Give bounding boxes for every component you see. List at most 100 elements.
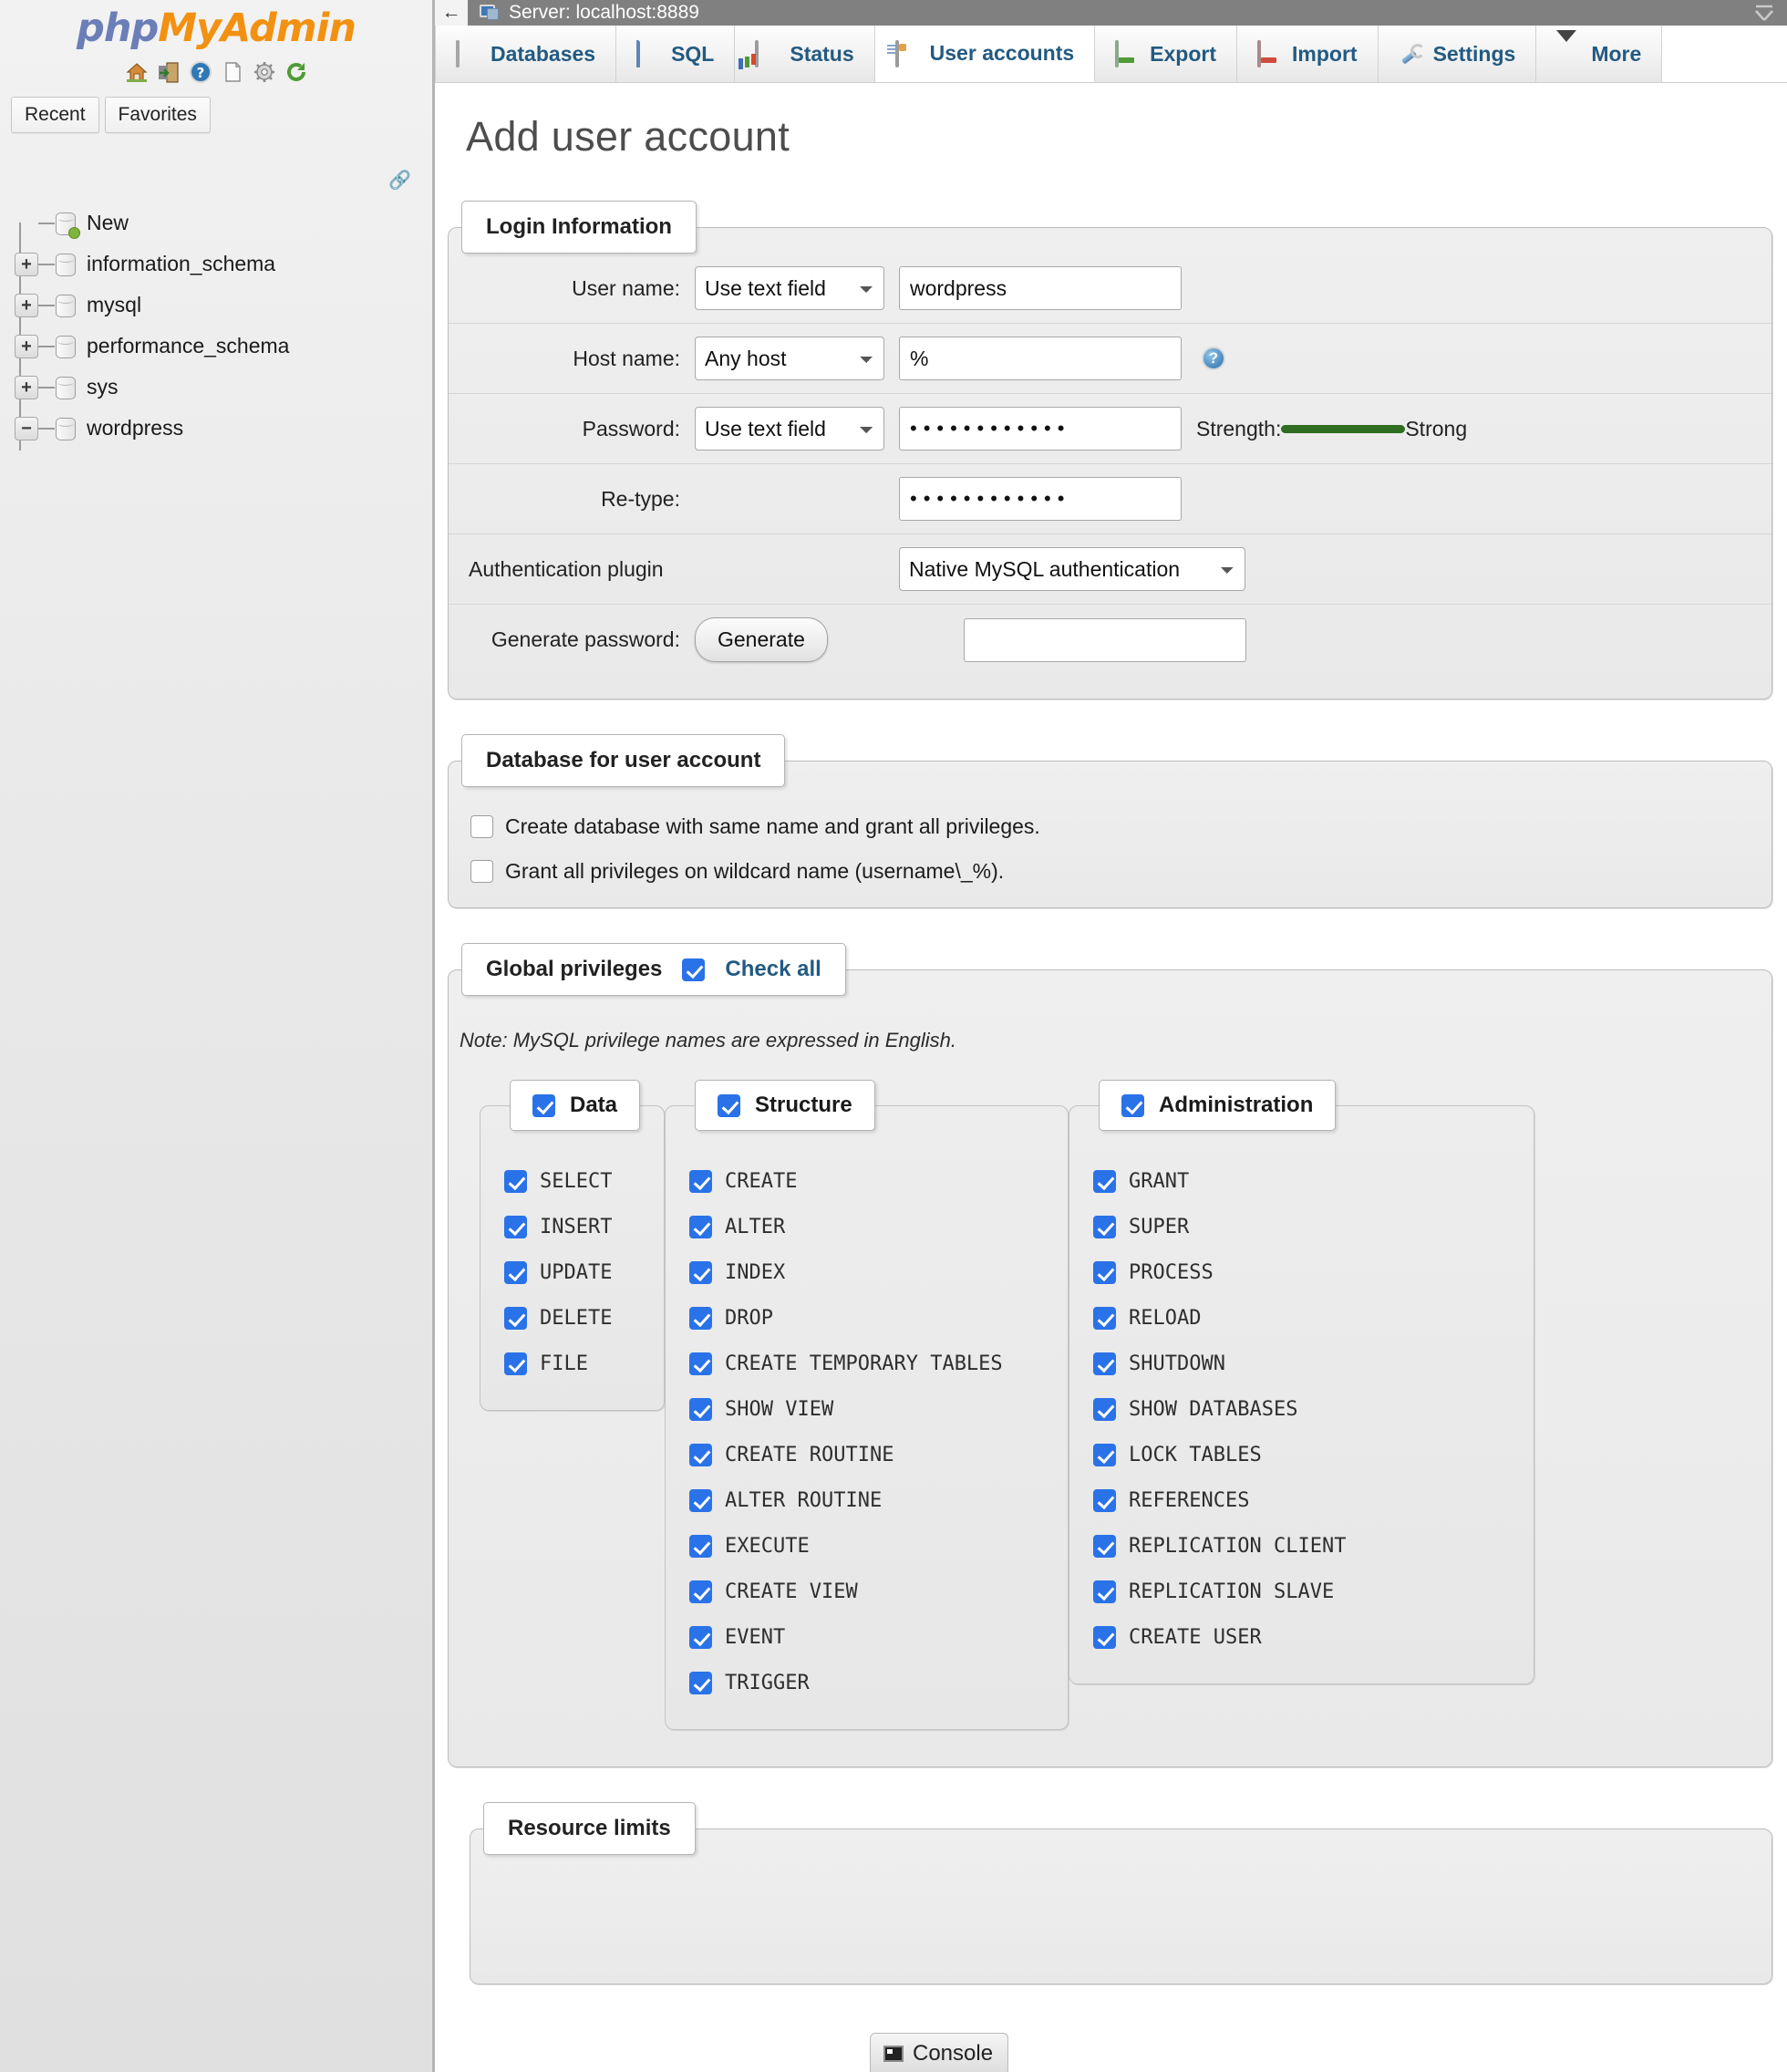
privilege-create-routine[interactable]: CREATE ROUTINE [689, 1432, 1044, 1477]
auth-plugin-select[interactable]: Native MySQL authentication [899, 547, 1245, 591]
privilege-select[interactable]: SELECT [504, 1158, 640, 1204]
checkbox-icon[interactable] [689, 1307, 712, 1330]
checkbox-icon[interactable] [504, 1170, 527, 1193]
checkbox-icon[interactable] [689, 1626, 712, 1649]
sidebar-tab-recent[interactable]: Recent [11, 97, 99, 133]
tab-export[interactable]: Export [1095, 26, 1237, 82]
checkbox-icon[interactable] [689, 1489, 712, 1512]
back-button[interactable]: ← [435, 0, 468, 26]
tab-settings[interactable]: Settings [1379, 26, 1537, 82]
privilege-create-user[interactable]: CREATE USER [1093, 1614, 1510, 1660]
checkbox-icon[interactable] [504, 1307, 527, 1330]
collapse-up-icon[interactable] [1752, 2, 1776, 24]
settings-icon[interactable] [253, 60, 276, 84]
expand-icon[interactable]: + [15, 253, 38, 276]
generate-button[interactable]: Generate [695, 617, 828, 662]
help-icon[interactable]: ? [189, 60, 212, 84]
tab-sql[interactable]: SQL [616, 26, 735, 82]
expand-icon[interactable]: + [15, 376, 38, 399]
checkbox-icon[interactable] [1093, 1535, 1116, 1558]
expand-icon[interactable]: + [15, 294, 38, 317]
hostname-help-icon[interactable]: ? [1202, 347, 1225, 370]
grant-wildcard-option[interactable]: Grant all privileges on wildcard name (u… [449, 859, 1772, 884]
privilege-delete[interactable]: DELETE [504, 1295, 640, 1341]
privilege-drop[interactable]: DROP [689, 1295, 1044, 1341]
tree-item-mysql[interactable]: + mysql [0, 285, 435, 326]
checkbox-icon[interactable] [689, 1398, 712, 1421]
privilege-show-databases[interactable]: SHOW DATABASES [1093, 1386, 1510, 1432]
hostname-mode-select[interactable]: Any host [695, 337, 884, 380]
expand-icon[interactable]: + [15, 335, 38, 358]
checkbox-icon[interactable] [1093, 1307, 1116, 1330]
generated-password-input[interactable] [964, 618, 1246, 662]
reload-icon[interactable] [284, 60, 308, 84]
privilege-create-view[interactable]: CREATE VIEW [689, 1569, 1044, 1614]
privilege-execute[interactable]: EXECUTE [689, 1523, 1044, 1569]
structure-group-checkbox[interactable] [718, 1094, 740, 1117]
home-icon[interactable] [125, 60, 149, 84]
privilege-create[interactable]: CREATE [689, 1158, 1044, 1204]
tree-item-information-schema[interactable]: + information_schema [0, 243, 435, 285]
checkbox-icon[interactable] [1093, 1170, 1116, 1193]
retype-password-input[interactable] [899, 477, 1182, 521]
tab-user-accounts[interactable]: User accounts [875, 26, 1096, 82]
link-chain-icon[interactable]: 🔗 [388, 169, 411, 192]
tree-item-performance-schema[interactable]: + performance_schema [0, 326, 435, 367]
check-all-checkbox[interactable] [682, 958, 705, 981]
privilege-references[interactable]: REFERENCES [1093, 1477, 1510, 1523]
privilege-alter-routine[interactable]: ALTER ROUTINE [689, 1477, 1044, 1523]
privilege-show-view[interactable]: SHOW VIEW [689, 1386, 1044, 1432]
tab-more[interactable]: More [1536, 26, 1662, 82]
checkbox-icon[interactable] [504, 1216, 527, 1238]
checkbox-icon[interactable] [470, 860, 493, 883]
tree-item-new[interactable]: New [0, 202, 435, 243]
privilege-event[interactable]: EVENT [689, 1614, 1044, 1660]
tab-status[interactable]: Status [735, 26, 874, 82]
checkbox-icon[interactable] [689, 1352, 712, 1375]
checkbox-icon[interactable] [689, 1580, 712, 1603]
checkbox-icon[interactable] [689, 1261, 712, 1284]
checkbox-icon[interactable] [1093, 1489, 1116, 1512]
checkbox-icon[interactable] [1093, 1444, 1116, 1466]
password-mode-select[interactable]: Use text field [695, 407, 884, 451]
tab-databases[interactable]: Databases [435, 26, 616, 82]
privilege-file[interactable]: FILE [504, 1341, 640, 1386]
privilege-reload[interactable]: RELOAD [1093, 1295, 1510, 1341]
privilege-replication-client[interactable]: REPLICATION CLIENT [1093, 1523, 1510, 1569]
checkbox-icon[interactable] [689, 1535, 712, 1558]
privilege-super[interactable]: SUPER [1093, 1204, 1510, 1249]
checkbox-icon[interactable] [1093, 1626, 1116, 1649]
username-input[interactable] [899, 266, 1182, 310]
create-db-same-name-option[interactable]: Create database with same name and grant… [449, 814, 1772, 839]
administration-group-checkbox[interactable] [1121, 1094, 1144, 1117]
checkbox-icon[interactable] [470, 815, 493, 838]
tab-import[interactable]: Import [1237, 26, 1379, 82]
docs-icon[interactable] [221, 60, 244, 84]
checkbox-icon[interactable] [689, 1672, 712, 1694]
username-mode-select[interactable]: Use text field [695, 266, 884, 310]
phpmyadmin-logo[interactable]: phpMyAdmin [0, 0, 432, 51]
checkbox-icon[interactable] [689, 1216, 712, 1238]
hostname-input[interactable] [899, 337, 1182, 380]
privilege-grant[interactable]: GRANT [1093, 1158, 1510, 1204]
checkbox-icon[interactable] [689, 1444, 712, 1466]
logout-icon[interactable] [157, 60, 181, 84]
checkbox-icon[interactable] [504, 1261, 527, 1284]
checkbox-icon[interactable] [1093, 1580, 1116, 1603]
privilege-update[interactable]: UPDATE [504, 1249, 640, 1295]
tree-item-sys[interactable]: + sys [0, 367, 435, 408]
privilege-shutdown[interactable]: SHUTDOWN [1093, 1341, 1510, 1386]
console-bar[interactable]: Console [870, 2033, 1008, 2072]
check-all-label[interactable]: Check all [725, 957, 821, 982]
data-group-checkbox[interactable] [532, 1094, 555, 1117]
privilege-trigger[interactable]: TRIGGER [689, 1660, 1044, 1705]
checkbox-icon[interactable] [1093, 1261, 1116, 1284]
privilege-lock-tables[interactable]: LOCK TABLES [1093, 1432, 1510, 1477]
privilege-replication-slave[interactable]: REPLICATION SLAVE [1093, 1569, 1510, 1614]
checkbox-icon[interactable] [689, 1170, 712, 1193]
tree-item-wordpress[interactable]: − wordpress [0, 408, 435, 449]
checkbox-icon[interactable] [1093, 1352, 1116, 1375]
privilege-create-temporary-tables[interactable]: CREATE TEMPORARY TABLES [689, 1341, 1044, 1386]
collapse-icon[interactable]: − [15, 417, 38, 440]
password-input[interactable] [899, 407, 1182, 451]
